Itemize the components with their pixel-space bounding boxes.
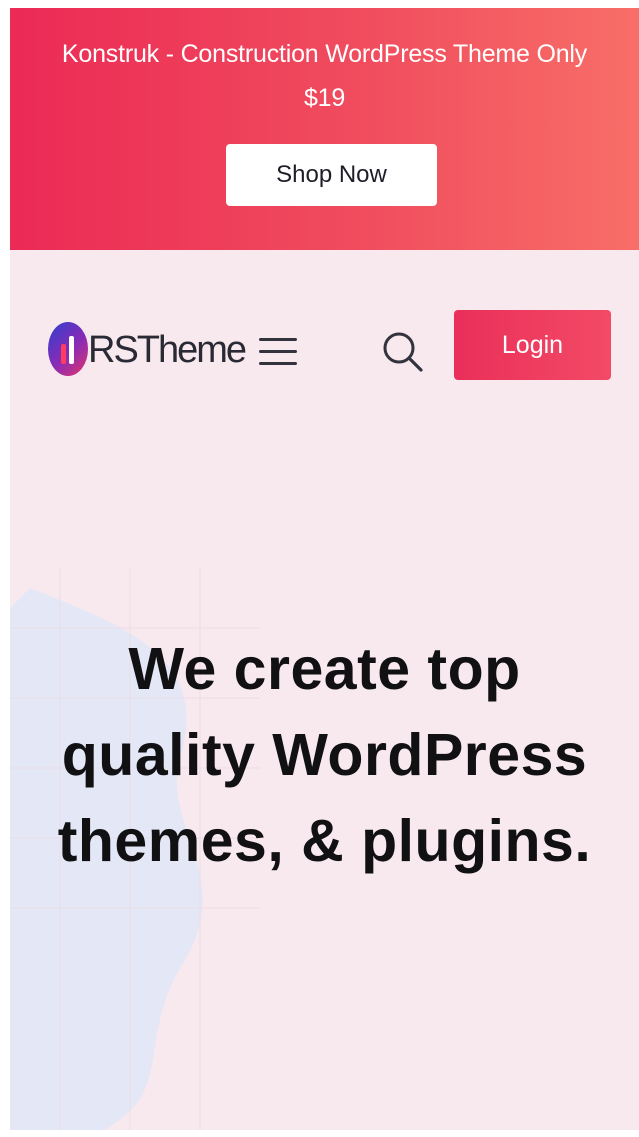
hero-title: We create top quality WordPress themes, … [57,636,592,874]
logo-text: RSTheme [88,329,247,371]
page-frame: Konstruk - Construction WordPress Theme … [10,8,639,1130]
hamburger-menu-icon[interactable] [259,332,299,370]
shop-now-button[interactable]: Shop Now [226,144,437,206]
login-button[interactable]: Login [454,310,611,380]
site-header: RSTheme Login [10,250,639,430]
promo-text: Konstruk - Construction WordPress Theme … [61,40,588,112]
logo-mark-icon [48,322,88,376]
search-icon[interactable] [381,330,425,374]
promo-banner: Konstruk - Construction WordPress Theme … [10,8,639,250]
